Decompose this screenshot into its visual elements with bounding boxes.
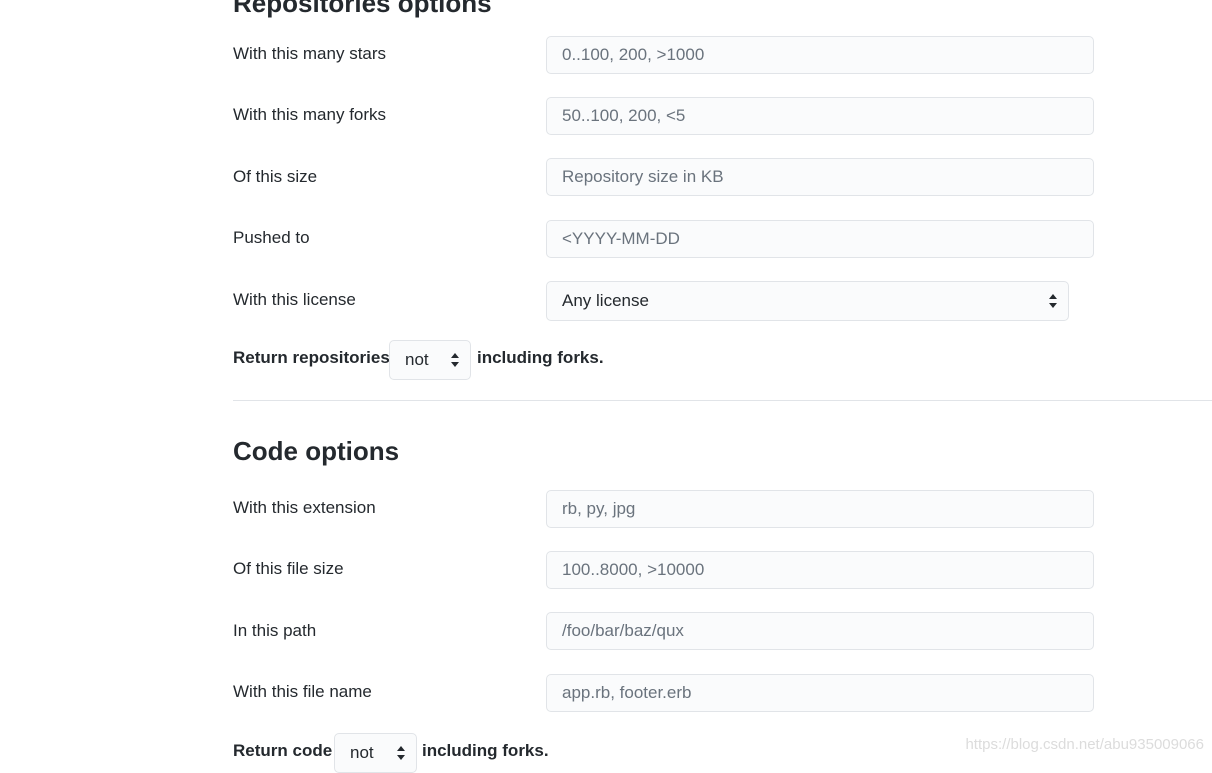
file-size-input[interactable] [546, 551, 1094, 589]
size-label: Of this size [233, 167, 318, 186]
license-select-value: Any license [562, 291, 649, 310]
stars-label: With this many stars [233, 44, 387, 63]
code-options-title: Code options [233, 436, 400, 466]
file-size-label: Of this file size [233, 559, 344, 578]
extension-label: With this extension [233, 498, 376, 517]
section-divider [233, 400, 1212, 401]
pushed-input[interactable] [546, 220, 1094, 258]
up-down-caret-icon [451, 353, 459, 367]
up-down-caret-icon [1049, 294, 1057, 308]
forks-label: With this many forks [233, 105, 387, 124]
pushed-label: Pushed to [233, 228, 310, 247]
stars-input[interactable] [546, 36, 1094, 74]
path-input[interactable] [546, 612, 1094, 650]
repositories-options-title: Repositories options [233, 0, 492, 18]
license-label: With this license [233, 290, 356, 309]
up-down-caret-icon [397, 746, 405, 760]
path-label: In this path [233, 621, 317, 640]
return-code-select[interactable]: not [334, 733, 417, 773]
extension-input[interactable] [546, 490, 1094, 528]
return-repositories-suffix: including forks. [477, 348, 604, 367]
return-repositories-prefix: Return repositories [233, 348, 390, 367]
file-name-input[interactable] [546, 674, 1094, 712]
return-code-suffix: including forks. [422, 741, 549, 760]
license-select[interactable]: Any license [546, 281, 1069, 321]
return-repositories-select[interactable]: not [389, 340, 471, 380]
forks-input[interactable] [546, 97, 1094, 135]
return-code-prefix: Return code [233, 741, 333, 760]
file-name-label: With this file name [233, 682, 372, 701]
watermark: https://blog.csdn.net/abu935009066 [965, 736, 1204, 753]
return-code-select-value: not [350, 743, 374, 762]
return-repositories-select-value: not [405, 350, 429, 369]
size-input[interactable] [546, 158, 1094, 196]
